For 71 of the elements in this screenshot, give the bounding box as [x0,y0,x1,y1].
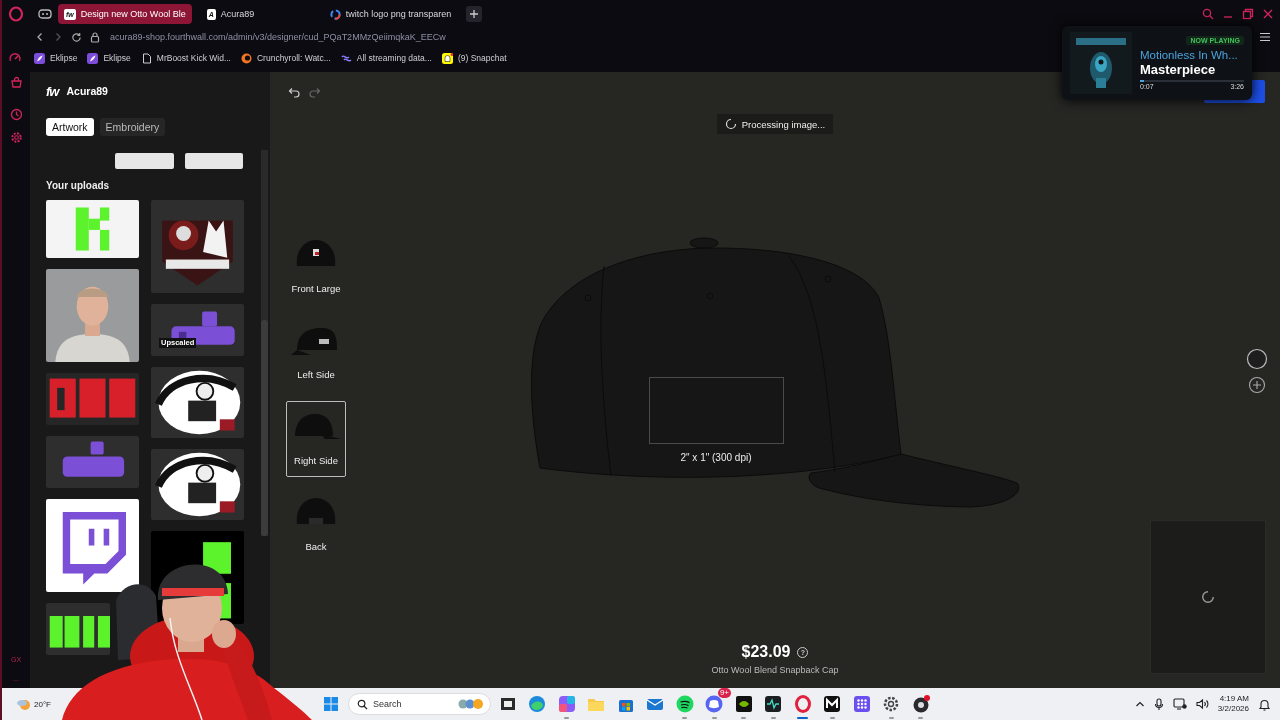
bag-icon[interactable] [9,76,23,89]
artist-name: Motionless In Wh... [1140,49,1239,61]
notification-badge: 9+ [717,688,731,698]
add-icon[interactable] [1248,376,1266,394]
lock-icon [90,31,100,43]
ring-icon [329,8,341,20]
price: $23.09 [741,643,791,661]
wave-icon[interactable] [763,694,784,714]
forward-icon[interactable] [53,32,63,42]
restore-icon[interactable] [1242,8,1254,20]
tab[interactable]: Artwork [46,118,94,136]
close-icon[interactable] [1262,8,1274,20]
section-heading: Your uploads [46,180,111,191]
feather-icon [34,52,45,64]
browser-icon[interactable] [792,694,813,714]
search-icon[interactable] [1202,8,1214,20]
clock-icon[interactable] [9,108,23,121]
bookmark[interactable]: (9) Snapchat [441,52,507,64]
product-name: Otto Wool Blend Snapback Cap [711,665,839,675]
bookmark[interactable]: Crunchyroll: Watc... [240,52,331,64]
spinner-icon [724,118,737,130]
status-toast: Processing image... [716,114,834,134]
new-tab-icon[interactable] [466,6,483,22]
highlights-icon [457,698,485,710]
settings-icon[interactable] [9,131,23,144]
view-option[interactable]: Left Side [286,315,346,391]
page-icon [140,52,152,64]
browser-icon[interactable] [527,694,548,714]
brand-logo: fw [46,83,59,99]
reload-icon[interactable] [71,31,82,43]
option-tile[interactable] [184,153,243,169]
swirl-icon [340,52,352,64]
bookmark[interactable]: Eklipse [87,52,131,64]
volume-icon[interactable] [1195,698,1209,710]
address-field[interactable]: acura89-shop.fourthwall.com/admin/v3/designer/cud_PQaT2MMzQeiimqkaK_EECw [110,32,446,42]
bookmark[interactable]: Eklipse [34,52,78,64]
search-field[interactable]: Search [348,693,491,715]
redo-icon[interactable] [309,87,321,98]
controller-icon[interactable] [38,8,52,20]
option-tile[interactable] [115,153,174,169]
feather-icon [87,52,99,64]
view-option[interactable]: Front Large [286,229,346,305]
search-icon [357,698,368,710]
temperature[interactable]: 20°F [34,699,51,709]
undo-icon[interactable] [288,87,300,98]
start-icon[interactable] [323,696,339,712]
bookmark[interactable]: All streaming data... [340,52,432,64]
app-icon[interactable] [733,694,754,714]
chat-icon[interactable] [704,694,725,714]
app-icon[interactable] [822,694,843,714]
music-icon[interactable] [674,694,695,714]
browser-logo-icon[interactable] [8,6,24,22]
shop-name: Acura89 [66,85,108,97]
network-icon[interactable] [1172,698,1187,710]
clock[interactable]: 4:19 AM 3/2/2026 [1217,694,1249,714]
view-option[interactable]: Back [286,487,346,563]
menu-icon[interactable] [1259,32,1271,42]
grid-icon[interactable] [851,694,872,714]
ghost-icon [441,52,453,64]
browser-tab[interactable]: twitch logo png transparen [323,4,458,24]
circle-icon [240,52,252,64]
color-swatch-icon[interactable] [1246,348,1268,370]
back-icon[interactable] [35,32,45,42]
bookmark[interactable]: MrBoost Kick Wid... [140,52,231,64]
chevron-icon[interactable] [1134,700,1145,708]
microphone-icon[interactable] [1153,697,1164,711]
tab[interactable]: Embroidery [99,118,166,136]
view-option[interactable]: Right Side [286,401,346,477]
notification-icon[interactable] [1258,697,1271,711]
track-title: Masterpiece [1140,62,1217,77]
scrollbar-thumb[interactable] [261,320,268,536]
